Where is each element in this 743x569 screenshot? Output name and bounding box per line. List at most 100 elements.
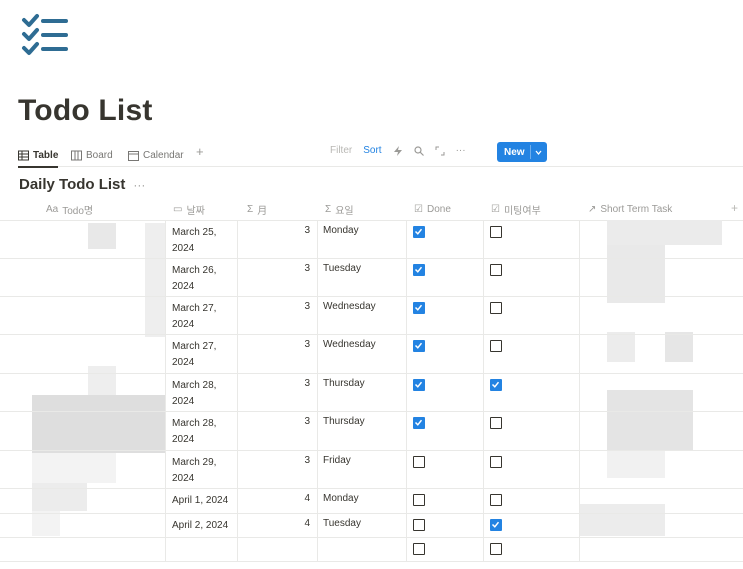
- calendar-icon: [128, 150, 139, 161]
- done-checkbox[interactable]: [413, 340, 425, 352]
- meeting-checkbox[interactable]: [490, 543, 502, 555]
- done-checkbox[interactable]: [413, 226, 425, 238]
- database-menu-button[interactable]: ···: [133, 178, 145, 192]
- expand-icon[interactable]: [435, 146, 445, 156]
- column-header-meeting[interactable]: ☑ 미팅여부: [491, 198, 541, 220]
- table-row[interactable]: April 2, 2024 4 Tuesday: [0, 513, 743, 538]
- done-checkbox[interactable]: [413, 494, 425, 506]
- date-cell[interactable]: April 1, 2024: [166, 488, 238, 513]
- meeting-checkbox[interactable]: [490, 379, 502, 391]
- checkbox-type-icon: ☑: [491, 203, 500, 215]
- meeting-checkbox[interactable]: [490, 494, 502, 506]
- checklist-icon: [22, 14, 68, 55]
- lightning-icon[interactable]: [393, 145, 403, 156]
- todo-name-cell[interactable]: [15, 296, 166, 334]
- done-checkbox[interactable]: [413, 302, 425, 314]
- column-header-todo[interactable]: Aa Todo명: [46, 198, 93, 220]
- relation-icon: ↗: [588, 203, 597, 215]
- meeting-cell: [484, 258, 580, 296]
- done-checkbox[interactable]: [413, 543, 425, 555]
- meeting-checkbox[interactable]: [490, 456, 502, 468]
- filter-button[interactable]: Filter: [330, 145, 352, 156]
- done-checkbox[interactable]: [413, 417, 425, 429]
- done-checkbox[interactable]: [413, 519, 425, 531]
- todo-name-cell[interactable]: [15, 220, 166, 258]
- date-cell[interactable]: April 2, 2024: [166, 513, 238, 537]
- weekday-cell: Monday: [318, 488, 407, 513]
- month-cell: 4: [238, 513, 318, 537]
- table-row[interactable]: March 28, 2024 3 Thursday: [0, 373, 743, 412]
- weekday-cell: [318, 537, 407, 561]
- database-title[interactable]: Daily Todo List: [19, 176, 125, 193]
- table-row[interactable]: March 25, 2024 3 Monday: [0, 220, 743, 259]
- tab-table[interactable]: Table: [18, 144, 59, 168]
- date-cell[interactable]: [166, 537, 238, 561]
- done-checkbox[interactable]: [413, 456, 425, 468]
- meeting-checkbox[interactable]: [490, 417, 502, 429]
- todo-name-cell[interactable]: [15, 488, 166, 513]
- add-view-button[interactable]: +: [196, 144, 204, 160]
- chevron-down-icon[interactable]: [534, 148, 543, 157]
- more-options-button[interactable]: ···: [456, 145, 466, 156]
- search-icon[interactable]: [413, 145, 424, 156]
- table-row[interactable]: March 29, 2024 3 Friday: [0, 450, 743, 489]
- date-cell[interactable]: March 25, 2024: [166, 220, 238, 258]
- table-row[interactable]: March 27, 2024 3 Wednesday: [0, 296, 743, 335]
- todo-name-cell[interactable]: [15, 513, 166, 537]
- done-cell: [407, 334, 484, 373]
- short-term-task-cell[interactable]: [580, 537, 743, 561]
- add-column-button[interactable]: +: [731, 201, 738, 215]
- short-term-task-cell[interactable]: [580, 513, 743, 537]
- date-cell[interactable]: March 29, 2024: [166, 450, 238, 488]
- todo-name-cell[interactable]: [15, 537, 166, 561]
- sort-button[interactable]: Sort: [363, 145, 381, 156]
- month-cell: 4: [238, 488, 318, 513]
- table-row[interactable]: April 1, 2024 4 Monday: [0, 488, 743, 514]
- month-cell: 3: [238, 450, 318, 488]
- todo-name-cell[interactable]: [15, 411, 166, 450]
- date-cell[interactable]: March 26, 2024: [166, 258, 238, 296]
- done-checkbox[interactable]: [413, 379, 425, 391]
- done-cell: [407, 450, 484, 488]
- column-header-weekday[interactable]: Σ 요일: [325, 198, 354, 220]
- table-row[interactable]: March 26, 2024 3 Tuesday: [0, 258, 743, 297]
- database-title-bar: Daily Todo List ···: [19, 176, 145, 193]
- column-label: 요일: [335, 205, 354, 217]
- date-cell[interactable]: March 28, 2024: [166, 411, 238, 450]
- todo-name-cell[interactable]: [15, 258, 166, 296]
- column-header-short-term-task[interactable]: ↗ Short Term Task: [588, 198, 672, 220]
- meeting-checkbox[interactable]: [490, 519, 502, 531]
- tab-calendar[interactable]: Calendar: [128, 144, 184, 166]
- short-term-task-cell[interactable]: [580, 258, 743, 296]
- column-header-done[interactable]: ☑ Done: [414, 198, 451, 220]
- short-term-task-cell[interactable]: [580, 373, 743, 411]
- date-cell[interactable]: March 28, 2024: [166, 373, 238, 411]
- date-cell[interactable]: March 27, 2024: [166, 296, 238, 334]
- todo-name-cell[interactable]: [15, 334, 166, 373]
- table-row[interactable]: March 28, 2024 3 Thursday: [0, 411, 743, 451]
- meeting-checkbox[interactable]: [490, 264, 502, 276]
- done-checkbox[interactable]: [413, 264, 425, 276]
- tab-board[interactable]: Board: [71, 144, 113, 166]
- todo-name-cell[interactable]: [15, 450, 166, 488]
- todo-name-cell[interactable]: [15, 373, 166, 411]
- meeting-cell: [484, 513, 580, 537]
- column-header-month[interactable]: Σ 月: [247, 198, 267, 220]
- date-cell[interactable]: March 27, 2024: [166, 334, 238, 373]
- meeting-checkbox[interactable]: [490, 302, 502, 314]
- table-row[interactable]: [0, 537, 743, 562]
- date-type-icon: ▭: [173, 203, 183, 215]
- checkmark-icon: [414, 381, 423, 388]
- column-header-date[interactable]: ▭ 날짜: [173, 198, 205, 220]
- meeting-checkbox[interactable]: [490, 226, 502, 238]
- short-term-task-cell[interactable]: [580, 334, 743, 373]
- new-button[interactable]: New: [497, 142, 547, 162]
- weekday-cell: Monday: [318, 220, 407, 258]
- short-term-task-cell[interactable]: [580, 450, 743, 488]
- table-row[interactable]: March 27, 2024 3 Wednesday: [0, 334, 743, 374]
- short-term-task-cell[interactable]: [580, 296, 743, 334]
- short-term-task-cell[interactable]: [580, 411, 743, 450]
- meeting-checkbox[interactable]: [490, 340, 502, 352]
- short-term-task-cell[interactable]: [580, 220, 743, 258]
- short-term-task-cell[interactable]: [580, 488, 743, 513]
